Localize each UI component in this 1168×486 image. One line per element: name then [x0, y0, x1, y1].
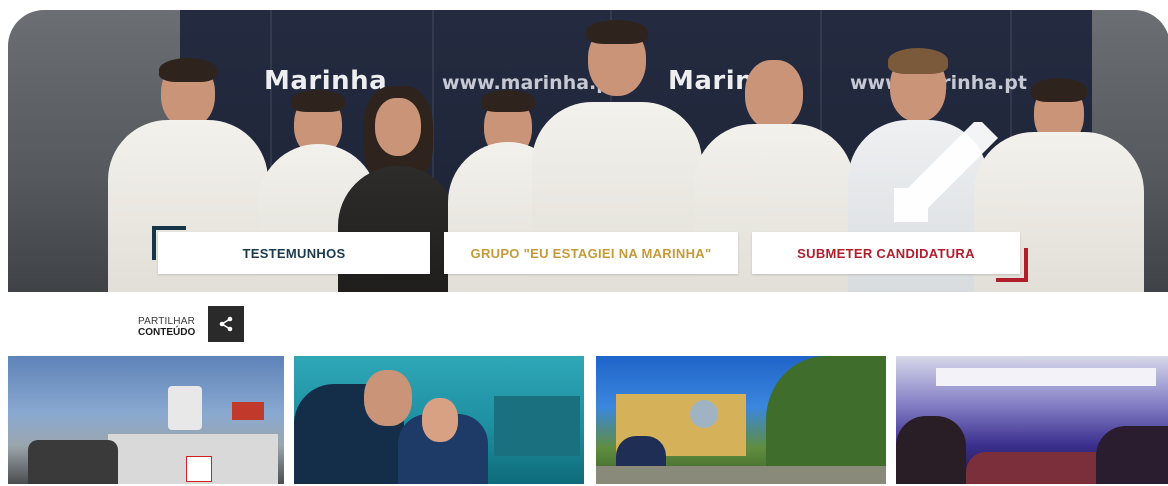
share-label-line2: CONTEÚDO: [138, 327, 196, 338]
submeter-candidatura-button[interactable]: SUBMETER CANDIDATURA: [752, 232, 1020, 274]
share-icon: [219, 316, 233, 332]
share-content-label: PARTILHAR CONTEÚDO: [138, 316, 195, 338]
aquarium-building-photo[interactable]: [596, 356, 886, 484]
ship-deck-photo[interactable]: [8, 356, 284, 484]
aquarium-lab-photo[interactable]: [294, 356, 584, 484]
share-label-line1: PARTILHAR: [138, 316, 196, 327]
grupo-estagiei-button[interactable]: GRUPO "EU ESTAGIEI NA MARINHA": [444, 232, 738, 274]
testemunhos-button[interactable]: TESTEMUNHOS: [158, 232, 430, 274]
arrow-down-left-icon: [894, 122, 998, 222]
share-button[interactable]: [208, 306, 244, 342]
coral-tank-photo[interactable]: [896, 356, 1168, 484]
